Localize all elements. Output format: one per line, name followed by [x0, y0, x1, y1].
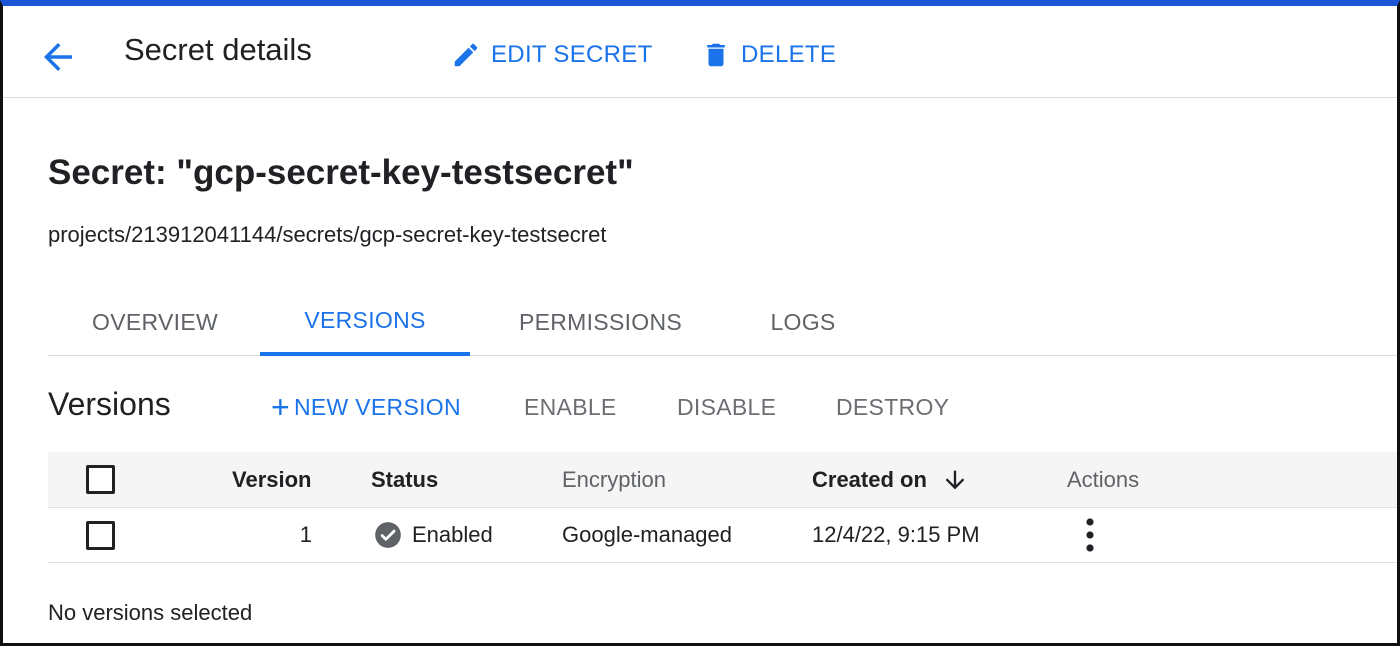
secret-title: Secret: "gcp-secret-key-testsecret": [48, 153, 634, 192]
row-actions-menu-button[interactable]: [1075, 515, 1105, 555]
tab-permissions[interactable]: PERMISSIONS: [498, 288, 703, 356]
disable-label: DISABLE: [677, 393, 777, 420]
tab-overview[interactable]: OVERVIEW: [65, 288, 245, 356]
table-header-row: Version Status Encryption Created on Act…: [48, 452, 1397, 508]
edit-secret-button[interactable]: EDIT SECRET: [451, 37, 653, 73]
new-version-button[interactable]: + NEW VERSION: [271, 390, 461, 424]
window-frame: Secret details EDIT SECRET DELETE Secret…: [0, 0, 1400, 646]
arrow-back-icon: [44, 43, 72, 71]
destroy-button[interactable]: DESTROY: [836, 390, 949, 424]
column-header-status[interactable]: Status: [371, 452, 438, 507]
back-button[interactable]: [37, 36, 79, 78]
new-version-label: NEW VERSION: [294, 393, 461, 420]
select-all-checkbox[interactable]: [86, 465, 115, 494]
tab-bar: OVERVIEW VERSIONS PERMISSIONS LOGS: [48, 288, 1397, 356]
column-header-version[interactable]: Version: [232, 452, 311, 507]
edit-secret-label: EDIT SECRET: [491, 41, 653, 68]
check-circle-icon: [375, 522, 401, 548]
tab-permissions-label: PERMISSIONS: [518, 308, 683, 335]
tab-overview-label: OVERVIEW: [92, 308, 218, 335]
trash-icon: [707, 43, 725, 67]
enable-label: ENABLE: [524, 393, 617, 420]
versions-section-title: Versions: [48, 386, 171, 422]
page-title: Secret details: [124, 32, 312, 67]
tab-logs[interactable]: LOGS: [748, 288, 858, 356]
tab-versions-label: VERSIONS: [304, 306, 426, 333]
enable-button[interactable]: ENABLE: [524, 390, 617, 424]
row-created-on: 12/4/22, 9:15 PM: [812, 522, 980, 547]
more-vert-icon: [1086, 518, 1094, 552]
tab-versions[interactable]: VERSIONS: [260, 288, 470, 356]
row-status-label: Enabled: [412, 522, 493, 547]
column-header-encryption[interactable]: Encryption: [562, 452, 666, 507]
selection-status-text: No versions selected: [48, 600, 253, 625]
column-header-created-on-label: Created on: [812, 466, 927, 492]
delete-label: DELETE: [741, 41, 837, 68]
row-encryption: Google-managed: [562, 522, 733, 547]
header-bar: Secret details EDIT SECRET DELETE: [3, 6, 1397, 98]
delete-button[interactable]: DELETE: [701, 37, 836, 73]
row-actions-cell: [1075, 508, 1105, 562]
row-version: 1: [299, 522, 312, 547]
select-all-cell: [86, 452, 115, 507]
secret-resource-path: projects/213912041144/secrets/gcp-secret…: [48, 222, 607, 247]
pencil-icon: [454, 43, 478, 67]
destroy-label: DESTROY: [836, 393, 950, 420]
column-header-created-on[interactable]: Created on: [812, 452, 969, 507]
row-status: Enabled: [374, 508, 493, 562]
column-header-actions: Actions: [1067, 466, 1140, 492]
row-checkbox[interactable]: [86, 520, 115, 550]
table-row[interactable]: 1 Enabled Google-managed 12/4/22, 9:15 P…: [48, 508, 1397, 563]
disable-button[interactable]: DISABLE: [677, 390, 776, 424]
tab-logs-label: LOGS: [770, 308, 836, 335]
plus-icon: +: [271, 389, 290, 425]
row-select-cell: [86, 508, 115, 562]
arrow-down-icon: [945, 470, 965, 489]
